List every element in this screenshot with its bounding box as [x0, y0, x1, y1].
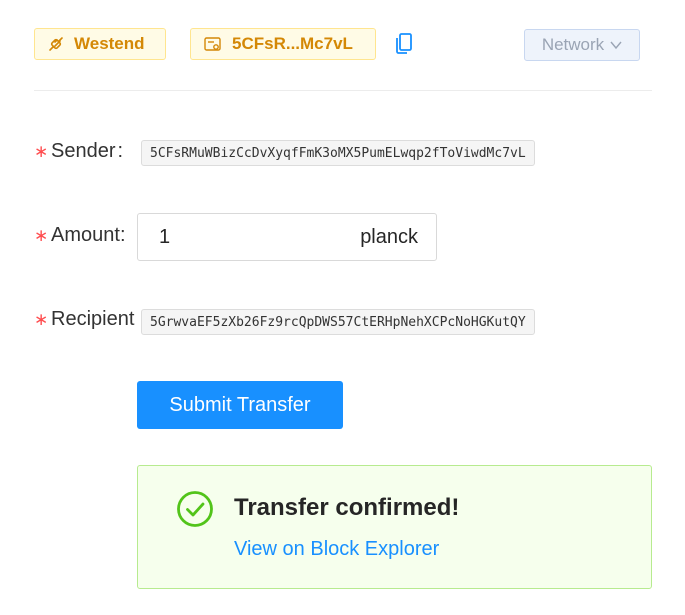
wallet-icon — [204, 37, 221, 51]
amount-label: Amount — [51, 224, 120, 246]
required-marker: ∗ — [34, 309, 49, 329]
success-alert: Transfer confirmed! View on Block Explor… — [137, 465, 652, 589]
amount-label-colon: : — [119, 224, 126, 246]
sender-row: ∗ Sender : — [34, 140, 123, 163]
amount-unit: planck — [360, 225, 418, 248]
account-tag-label: 5CFsR...Mc7vL — [232, 34, 353, 53]
network-select-label: Network — [541, 35, 605, 54]
amount-row: ∗ Amount : — [34, 224, 126, 247]
block-explorer-link[interactable]: View on Block Explorer — [234, 538, 439, 561]
copy-icon — [396, 33, 412, 54]
recipient-label: Recipient — [51, 308, 135, 330]
sender-label: Sender — [51, 140, 116, 162]
recipient-address: 5GrwvaEF5zXb26Fz9rcQpDWS57CtERHpNehXCPcN… — [141, 309, 535, 335]
network-tag: Westend — [34, 28, 166, 60]
required-marker: ∗ — [34, 141, 49, 161]
header-divider — [34, 90, 652, 91]
required-marker: ∗ — [34, 225, 49, 245]
sender-address: 5CFsRMuWBizCcDvXyqfFmK3oMX5PumELwqp2fToV… — [141, 140, 535, 166]
link-icon — [49, 37, 63, 51]
amount-value: 1 — [159, 225, 171, 248]
account-tag: 5CFsR...Mc7vL — [190, 28, 376, 60]
amount-input[interactable]: 1 planck — [137, 213, 437, 261]
copy-address-button[interactable] — [394, 31, 414, 55]
sender-label-colon: : — [117, 140, 124, 162]
chevron-down-icon — [610, 41, 622, 50]
network-tag-label: Westend — [74, 34, 145, 53]
network-select[interactable]: Network — [524, 29, 640, 61]
success-title: Transfer confirmed! — [234, 494, 460, 521]
check-circle-icon — [177, 491, 213, 527]
submit-transfer-button[interactable]: Submit Transfer — [137, 381, 343, 429]
recipient-row: ∗ Recipient — [34, 308, 136, 331]
